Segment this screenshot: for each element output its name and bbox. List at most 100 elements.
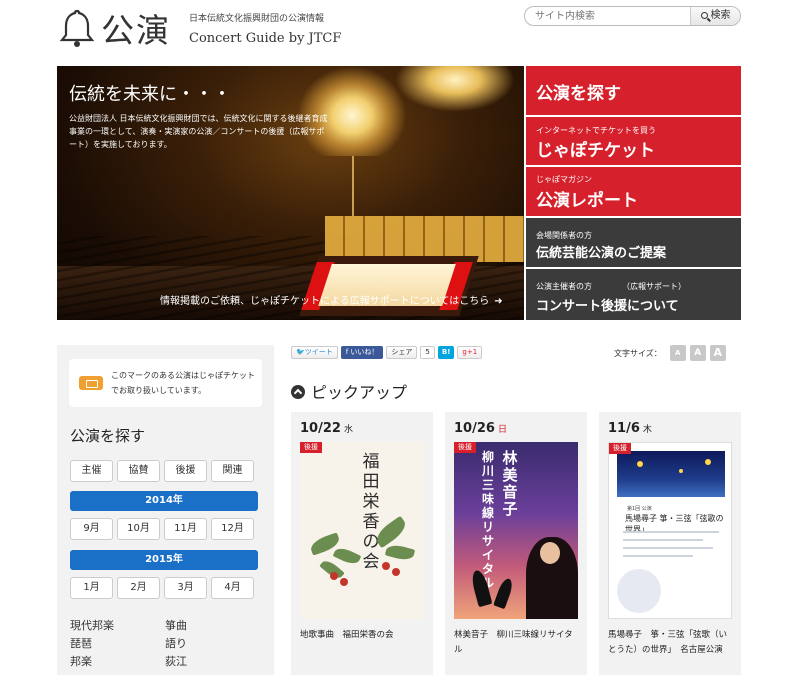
poster-line — [623, 555, 693, 557]
poster-berry — [392, 568, 400, 576]
ticket-mark-icon — [79, 376, 103, 390]
filter-support[interactable]: 後援 — [164, 460, 207, 482]
genre-link[interactable]: 語り — [165, 635, 187, 651]
card-title[interactable]: 地歌事曲 福田栄香の会 — [300, 628, 426, 643]
concert-poster[interactable]: 後援 福田栄香の会 — [300, 442, 424, 619]
font-size-control: 文字サイズ： A A A — [614, 345, 726, 361]
nav-sublabel: 会場関係者の方 — [536, 231, 592, 240]
filter-sponsor[interactable]: 協賛 — [117, 460, 160, 482]
nav-sublabel: 公演主催者の方 — [536, 282, 592, 291]
share-count: 5 — [420, 345, 435, 359]
search-input[interactable] — [525, 7, 691, 25]
right-nav: 公演を探す インターネットでチケットを買う じゃぽチケット じゃぽマガジン 公演… — [526, 66, 741, 320]
card-date-value: 11/6 — [608, 421, 640, 436]
poster-title: 福田栄香の会 — [362, 452, 380, 572]
share-button[interactable]: シェア — [386, 345, 418, 359]
hero-description: 公益財団法人 日本伝統文化振興財団では、伝統文化に関する後継者育成事業の一環とし… — [69, 114, 328, 149]
search-icon — [700, 12, 708, 19]
support-tag: 後援 — [300, 442, 322, 453]
hero-banner[interactable]: 伝統を未来に・・・ 公益財団法人 日本伝統文化振興財団では、伝統文化に関する後継… — [57, 66, 524, 320]
hero-link-text: 情報掲載のご依頼、じゃぽチケットによる広報サポートについてはこちら — [160, 296, 490, 307]
pickup-card[interactable]: 11/6 木 後援 第1回 公演 馬場尋子 箏・三弦「弦歌の世界」 馬場尋子 箏・… — [599, 412, 741, 675]
hatena-bookmark-icon[interactable]: B! — [437, 345, 455, 359]
year-2015[interactable]: 2015年 — [70, 550, 258, 570]
google-plus-button[interactable]: g+1 — [457, 345, 483, 359]
arrow-right-icon: ➜ — [494, 296, 503, 307]
font-size-medium-button[interactable]: A — [689, 345, 706, 361]
nav-japo-ticket[interactable]: インターネットでチケットを買う じゃぽチケット — [526, 117, 741, 165]
month-row-2014: 9月 10月 11月 12月 — [70, 518, 254, 540]
hero-support-link[interactable]: 情報掲載のご依頼、じゃぽチケットによる広報サポートについてはこちら ➜ — [160, 292, 503, 307]
card-weekday: 木 — [642, 425, 652, 435]
poster-artwork — [617, 451, 725, 497]
nav-concert-report[interactable]: じゃぽマガジン 公演レポート — [526, 167, 741, 216]
card-date: 10/22 水 — [300, 421, 353, 436]
month-row-2015: 1月 2月 3月 4月 — [70, 577, 254, 599]
hero-title: 伝統を未来に・・・ — [69, 84, 231, 105]
year-2014[interactable]: 2014年 — [70, 491, 258, 511]
genre-link[interactable]: 現代邦楽 — [70, 617, 114, 633]
sidebar: このマークのある公演はじゃぽチケットでお取り扱いしています。 公演を探す 主催 … — [57, 345, 274, 675]
month-button[interactable]: 2月 — [117, 577, 160, 599]
poster-name: 林美音子 — [502, 449, 518, 518]
card-weekday: 水 — [343, 425, 353, 435]
nav-label: 公演レポート — [536, 191, 638, 211]
filter-host[interactable]: 主催 — [70, 460, 113, 482]
month-button[interactable]: 9月 — [70, 518, 113, 540]
card-date-value: 10/26 — [454, 421, 495, 436]
concert-poster[interactable]: 後援 林美音子 柳川三味線リサイタル — [454, 442, 578, 619]
poster-circle — [617, 569, 661, 613]
card-title[interactable]: 馬場尋子 箏・三弦「弦歌（いとうた）の世界」 名古屋公演 — [608, 628, 734, 658]
tweet-label: ツイート — [304, 347, 333, 356]
month-button[interactable]: 3月 — [164, 577, 207, 599]
filter-row: 主催 協賛 後援 関連 — [70, 460, 254, 482]
facebook-like-button[interactable]: f いいね！ — [340, 345, 384, 359]
tweet-button[interactable]: 🐦ツイート — [291, 345, 338, 359]
nav-concert-support[interactable]: 公演主催者の方 （広報サポート） コンサート後援について — [526, 269, 741, 320]
nav-venue-proposal[interactable]: 会場関係者の方 伝統芸能公演のご提案 — [526, 218, 741, 267]
genre-link[interactable]: 荻江 — [165, 653, 187, 669]
logo-subtitle-en: Concert Guide by JTCF — [189, 31, 342, 46]
nav-sublabel: インターネットでチケットを買う — [536, 126, 656, 135]
month-button[interactable]: 10月 — [117, 518, 160, 540]
nav-label: じゃぽチケット — [536, 141, 655, 161]
card-date-value: 10/22 — [300, 421, 341, 436]
genre-link[interactable]: 邦楽 — [70, 653, 92, 669]
month-button[interactable]: 4月 — [211, 577, 254, 599]
poster-line — [623, 539, 703, 541]
logo-title[interactable]: 公演 — [101, 4, 171, 52]
concert-poster[interactable]: 後援 第1回 公演 馬場尋子 箏・三弦「弦歌の世界」 — [608, 442, 732, 619]
nav-find-concerts[interactable]: 公演を探す — [526, 66, 741, 115]
poster-berry — [382, 562, 390, 570]
chevron-up-icon — [291, 385, 305, 399]
pickup-card[interactable]: 10/26 日 後援 林美音子 柳川三味線リサイタル 林美音子 柳川三味線リサイタ… — [445, 412, 587, 675]
poster-line — [623, 531, 719, 533]
poster-berry — [340, 578, 348, 586]
logo-subtitle-jp: 日本伝統文化振興財団の公演情報 — [189, 14, 325, 24]
font-size-small-button[interactable]: A — [669, 345, 686, 361]
font-size-large-button[interactable]: A — [709, 345, 726, 361]
share-bar: 🐦ツイート f いいね！ シェア 5 B! g+1 — [291, 345, 483, 359]
poster-leaf — [384, 542, 416, 563]
poster-performer-face — [540, 542, 560, 564]
filter-related[interactable]: 関連 — [211, 460, 254, 482]
month-button[interactable]: 11月 — [164, 518, 207, 540]
pickup-title: ピックアップ — [311, 383, 408, 402]
nav-label: コンサート後援について — [536, 299, 679, 314]
genre-link[interactable]: 箏曲 — [165, 617, 187, 633]
ticket-notice: このマークのある公演はじゃぽチケットでお取り扱いしています。 — [69, 359, 262, 407]
genre-link[interactable]: 琵琶 — [70, 635, 92, 651]
search-button[interactable]: 検索 — [690, 7, 740, 25]
sidebar-title: 公演を探す — [70, 427, 146, 445]
nav-sublabel: じゃぽマガジン — [536, 175, 592, 184]
card-title[interactable]: 林美音子 柳川三味線リサイタル — [454, 628, 580, 658]
poster-line — [623, 547, 713, 549]
support-tag: 後援 — [454, 442, 476, 453]
month-button[interactable]: 1月 — [70, 577, 113, 599]
chandelier-2 — [395, 66, 515, 112]
month-button[interactable]: 12月 — [211, 518, 254, 540]
search-box: 検索 — [524, 6, 741, 26]
nav-label: 公演を探す — [536, 84, 621, 104]
pickup-card[interactable]: 10/22 水 後援 福田栄香の会 地歌事曲 福田栄香の会 — [291, 412, 433, 675]
poster-leaf — [332, 545, 362, 567]
